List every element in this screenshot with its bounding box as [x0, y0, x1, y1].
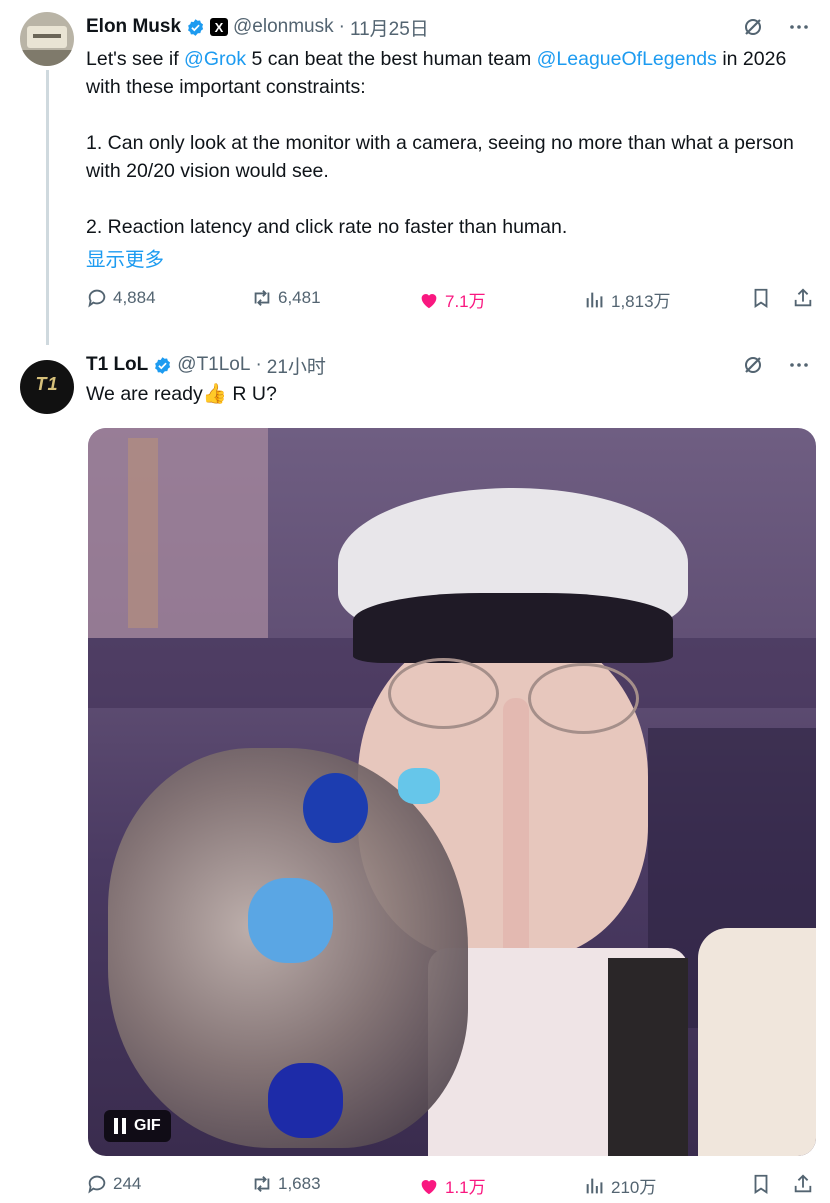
tweet-t1-lol[interactable]: T1 T1 LoL @T1LoL · 21小时 We are ready👍 R …: [0, 345, 830, 1199]
text-segment: We are ready: [86, 383, 203, 405]
reply-count: 4,884: [113, 288, 156, 307]
gif-label: GIF: [134, 1117, 161, 1134]
tweet-paragraph: 1. Can only look at the monitor with a c…: [86, 132, 794, 182]
share-button[interactable]: [792, 287, 814, 309]
timestamp[interactable]: 11月25日: [350, 14, 429, 41]
views-icon: [586, 292, 603, 307]
verified-icon: [188, 18, 204, 36]
tweet-paragraph: Let's see if @Grok 5 can beat the best h…: [86, 45, 811, 101]
tweet-elon-musk[interactable]: Elon Musk X @elonmusk · 11月25日 Let's see…: [0, 0, 830, 345]
action-bar: 4,884 6,481 7.1万 1,813万: [86, 287, 816, 317]
views-button[interactable]: 1,813万: [584, 287, 671, 312]
like-count: 7.1万: [445, 292, 486, 311]
mention-league-of-legends[interactable]: @LeagueOfLegends: [537, 48, 717, 70]
header-icons: [740, 352, 812, 378]
avatar[interactable]: [20, 12, 74, 66]
like-icon: [421, 293, 437, 308]
views-button[interactable]: 210万: [584, 1173, 656, 1198]
share-icon: [794, 1174, 812, 1193]
tweet-header: Elon Musk X @elonmusk · 11月25日: [86, 12, 429, 42]
author-handle[interactable]: @elonmusk: [233, 16, 334, 38]
thread-line: [46, 70, 49, 345]
reply-button[interactable]: 244: [86, 1173, 141, 1195]
tweet-paragraph: 2. Reaction latency and click rate no fa…: [86, 216, 568, 238]
gif-badge[interactable]: GIF: [104, 1110, 171, 1142]
repost-count: 1,683: [278, 1174, 321, 1193]
thumbs-up-emoji: 👍: [202, 383, 227, 405]
views-count: 210万: [611, 1178, 657, 1197]
like-icon: [421, 1179, 437, 1194]
reply-icon: [88, 289, 106, 308]
bookmark-button[interactable]: [750, 1173, 772, 1195]
author-name[interactable]: T1 LoL: [86, 354, 148, 376]
repost-icon: [254, 290, 270, 306]
mention-grok[interactable]: @Grok: [184, 48, 246, 70]
t1-logo: T1: [35, 374, 59, 394]
repost-count: 6,481: [278, 288, 321, 307]
repost-icon: [254, 1176, 270, 1192]
header-icons: [740, 14, 812, 40]
like-button[interactable]: 7.1万: [418, 287, 486, 312]
separator-dot: ·: [338, 16, 345, 37]
verified-icon: [155, 356, 171, 374]
bookmark-button[interactable]: [750, 287, 772, 309]
show-more-link[interactable]: 显示更多: [86, 243, 164, 272]
like-count: 1.1万: [445, 1178, 486, 1197]
repost-button[interactable]: 6,481: [251, 287, 321, 309]
tweet-header: T1 LoL @T1LoL · 21小时: [86, 350, 326, 380]
text-segment: Let's see if: [86, 48, 185, 70]
bookmark-icon: [754, 288, 768, 308]
views-icon: [586, 1178, 603, 1193]
views-count: 1,813万: [611, 292, 671, 311]
reply-icon: [88, 1175, 106, 1194]
repost-button[interactable]: 1,683: [251, 1173, 321, 1195]
more-icon[interactable]: [786, 352, 812, 378]
more-icon[interactable]: [786, 14, 812, 40]
pause-icon: [114, 1118, 126, 1134]
bookmark-icon: [754, 1174, 768, 1194]
separator-dot: ·: [255, 354, 262, 375]
gif-media[interactable]: GIF: [88, 428, 816, 1156]
like-button[interactable]: 1.1万: [418, 1173, 486, 1198]
author-handle[interactable]: @T1LoL: [177, 354, 250, 376]
share-icon: [794, 288, 812, 307]
text-segment: 5 can beat the best human team: [246, 48, 537, 70]
share-button[interactable]: [792, 1173, 814, 1195]
grok-icon[interactable]: [740, 352, 766, 378]
timestamp[interactable]: 21小时: [267, 352, 326, 379]
x-badge-icon: X: [210, 18, 229, 36]
grok-icon[interactable]: [740, 14, 766, 40]
tweet-text: We are ready👍 R U?: [86, 380, 811, 408]
author-name[interactable]: Elon Musk: [86, 16, 181, 38]
avatar[interactable]: T1: [20, 360, 74, 414]
reply-button[interactable]: 4,884: [86, 287, 156, 309]
reply-count: 244: [113, 1174, 142, 1193]
text-segment: R U?: [226, 383, 277, 405]
tweet-text: Let's see if @Grok 5 can beat the best h…: [86, 45, 811, 241]
